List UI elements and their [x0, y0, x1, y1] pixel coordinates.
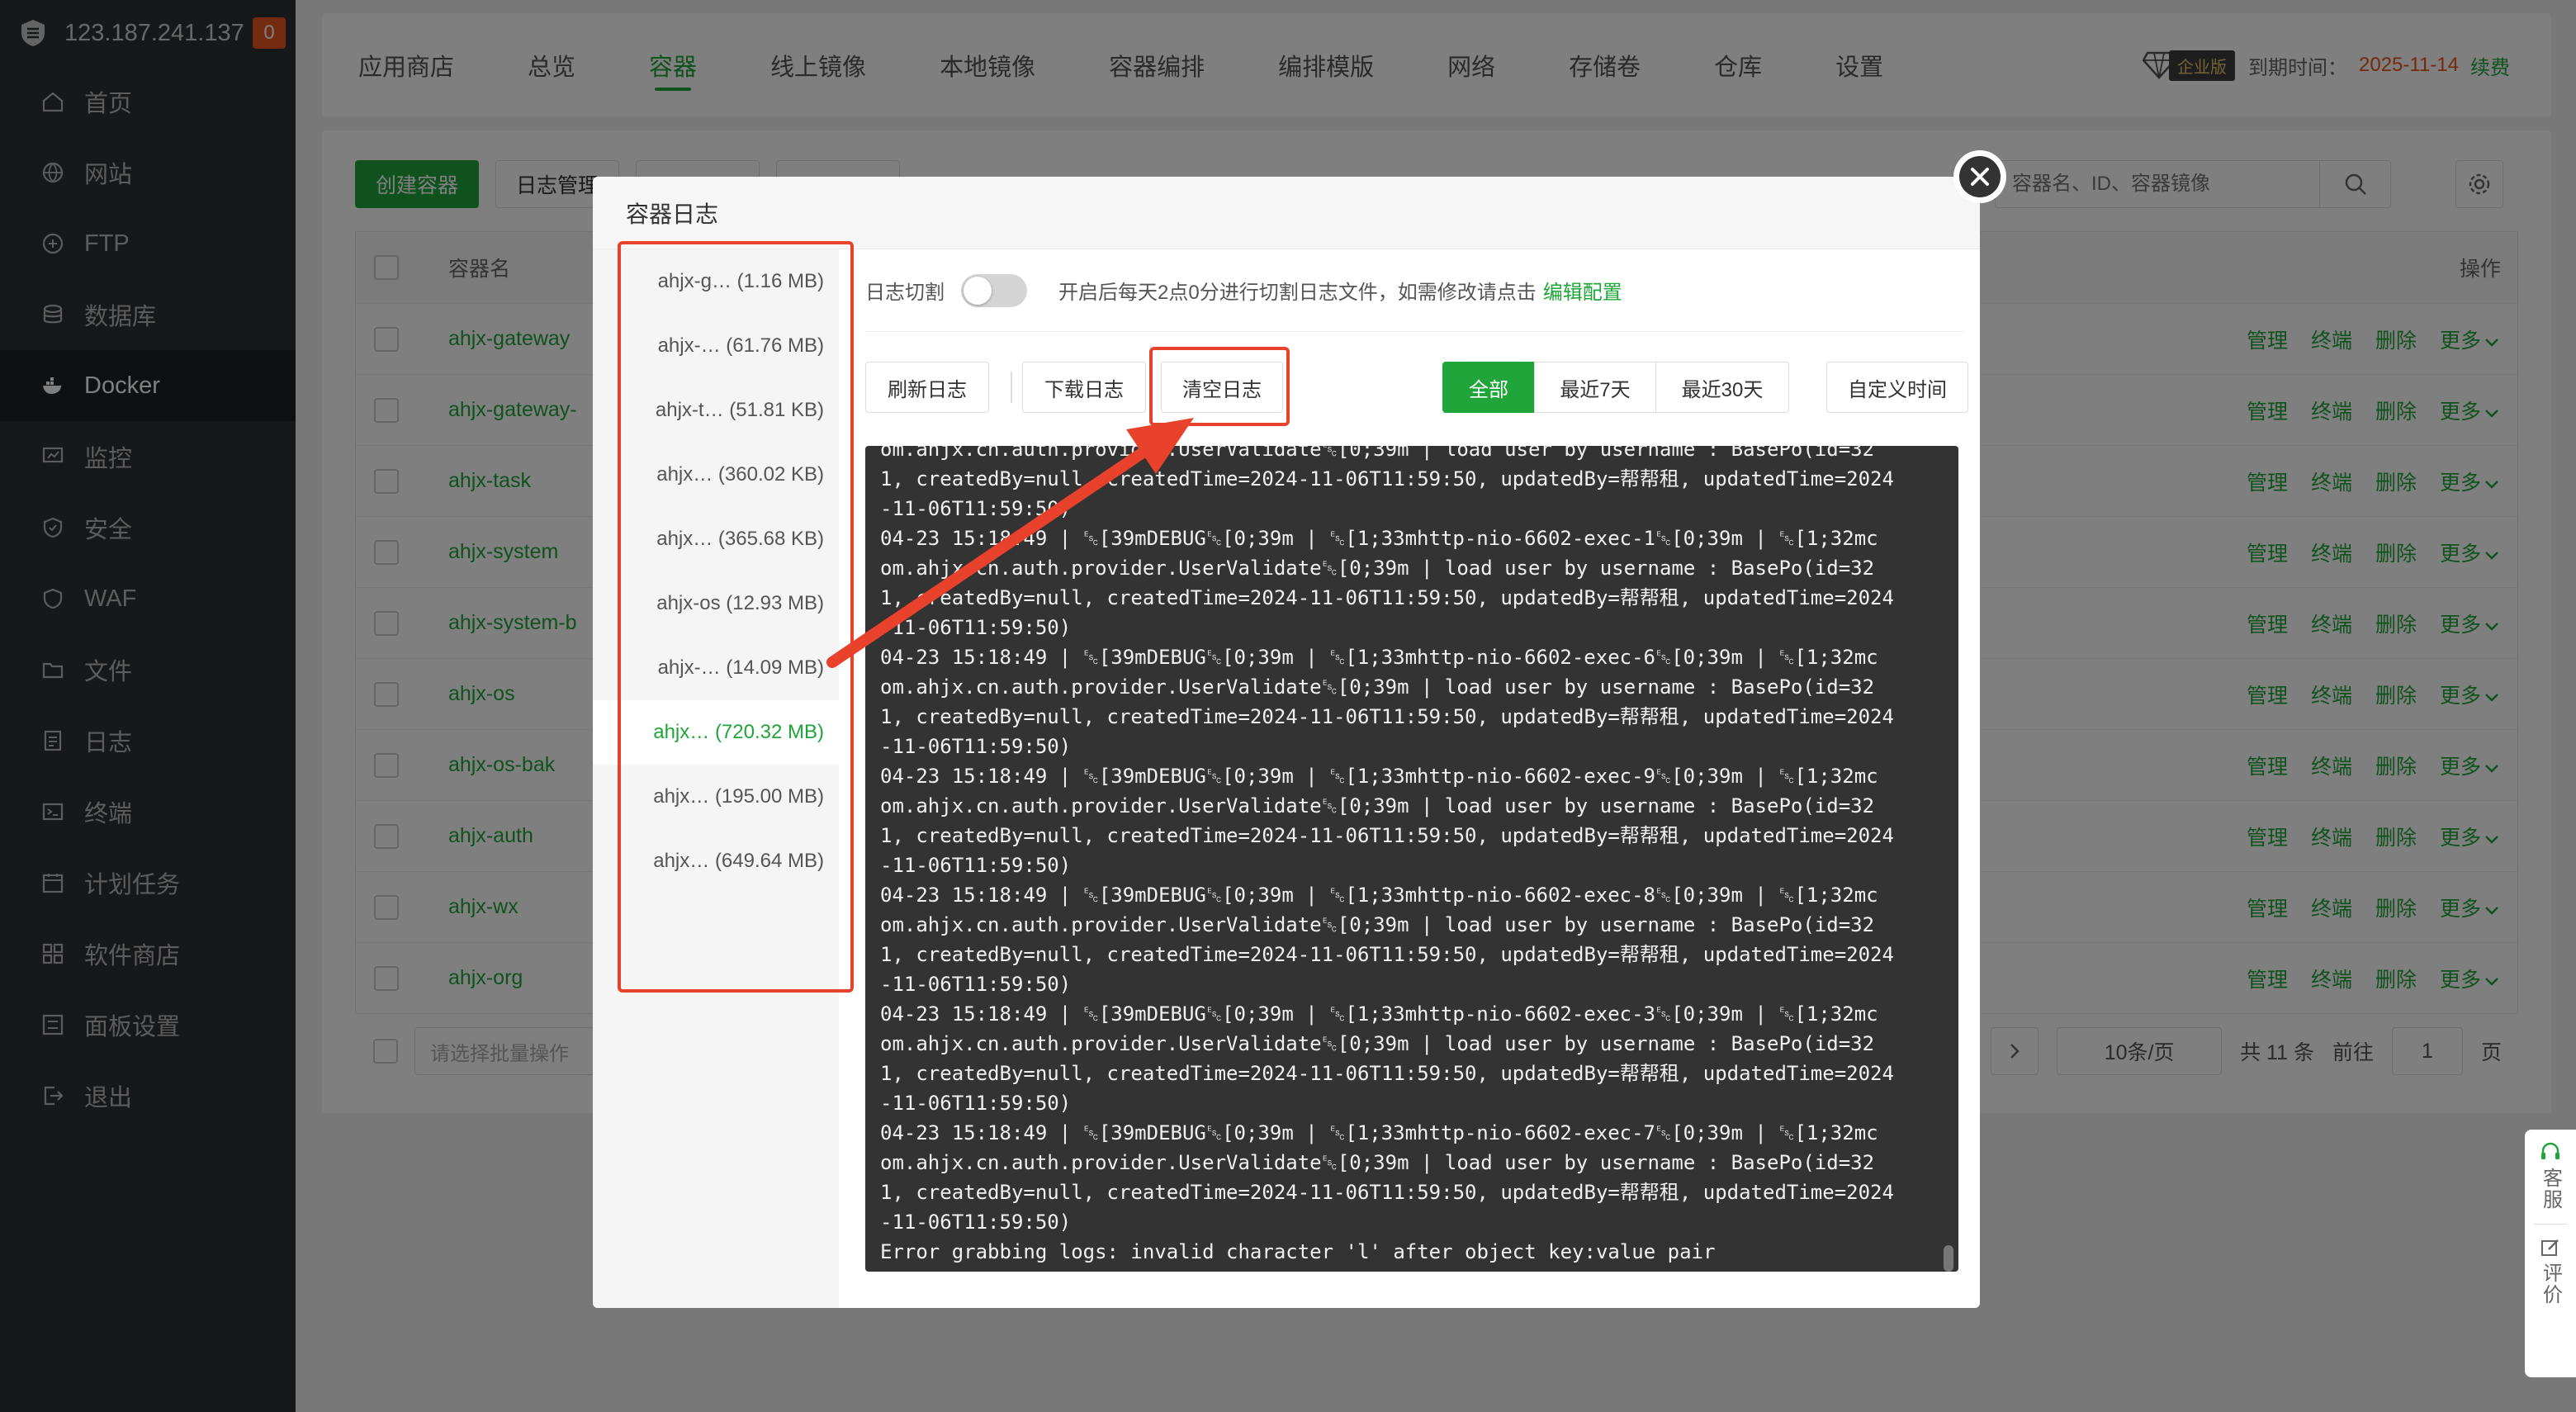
log-action-row: 刷新日志 下载日志 清空日志 全部 最近7天 最近30天 自定义时间	[865, 332, 1968, 439]
support-float: 客服 评价	[2525, 1130, 2576, 1377]
download-log-button[interactable]: 下载日志	[1022, 362, 1146, 413]
close-icon	[1971, 168, 1989, 186]
log-cut-toggle[interactable]	[961, 273, 1027, 307]
log-output[interactable]: om.ahjx.cn.auth.provider.UserValidate␛[0…	[865, 446, 1958, 1272]
annotation-box-container-list	[618, 241, 854, 993]
range-30days[interactable]: 最近30天	[1655, 362, 1789, 413]
log-scrollbar[interactable]	[1944, 1245, 1953, 1272]
log-cut-label: 日志切割	[865, 282, 945, 304]
customer-service-link[interactable]: 客服	[2536, 1168, 2565, 1211]
log-cut-row: 日志切割 开启后每天2点0分进行切割日志文件，如需修改请点击 编辑配置	[865, 249, 1963, 332]
rate-link[interactable]: 评价	[2536, 1263, 2565, 1305]
headset-icon	[2541, 1142, 2559, 1159]
edit-config-link[interactable]: 编辑配置	[1543, 276, 1622, 305]
edit-icon	[2541, 1239, 2559, 1256]
dialog-close-button[interactable]	[1953, 150, 2006, 203]
range-all[interactable]: 全部	[1442, 362, 1535, 413]
custom-time-button[interactable]: 自定义时间	[1826, 362, 1968, 413]
action-divider	[1011, 372, 1012, 403]
dialog-title: 容器日志	[593, 177, 1980, 249]
log-text: om.ahjx.cn.auth.provider.UserValidate␛[0…	[880, 446, 1894, 1263]
range-7days[interactable]: 最近7天	[1534, 362, 1656, 413]
log-cut-desc: 开启后每天2点0分进行切割日志文件，如需修改请点击	[1058, 282, 1537, 304]
annotation-box-clear-log	[1149, 347, 1290, 426]
log-content-area: 日志切割 开启后每天2点0分进行切割日志文件，如需修改请点击 编辑配置 刷新日志…	[865, 249, 1968, 439]
time-range-segment: 全部 最近7天 最近30天	[1442, 362, 1789, 413]
refresh-log-button[interactable]: 刷新日志	[865, 362, 989, 413]
